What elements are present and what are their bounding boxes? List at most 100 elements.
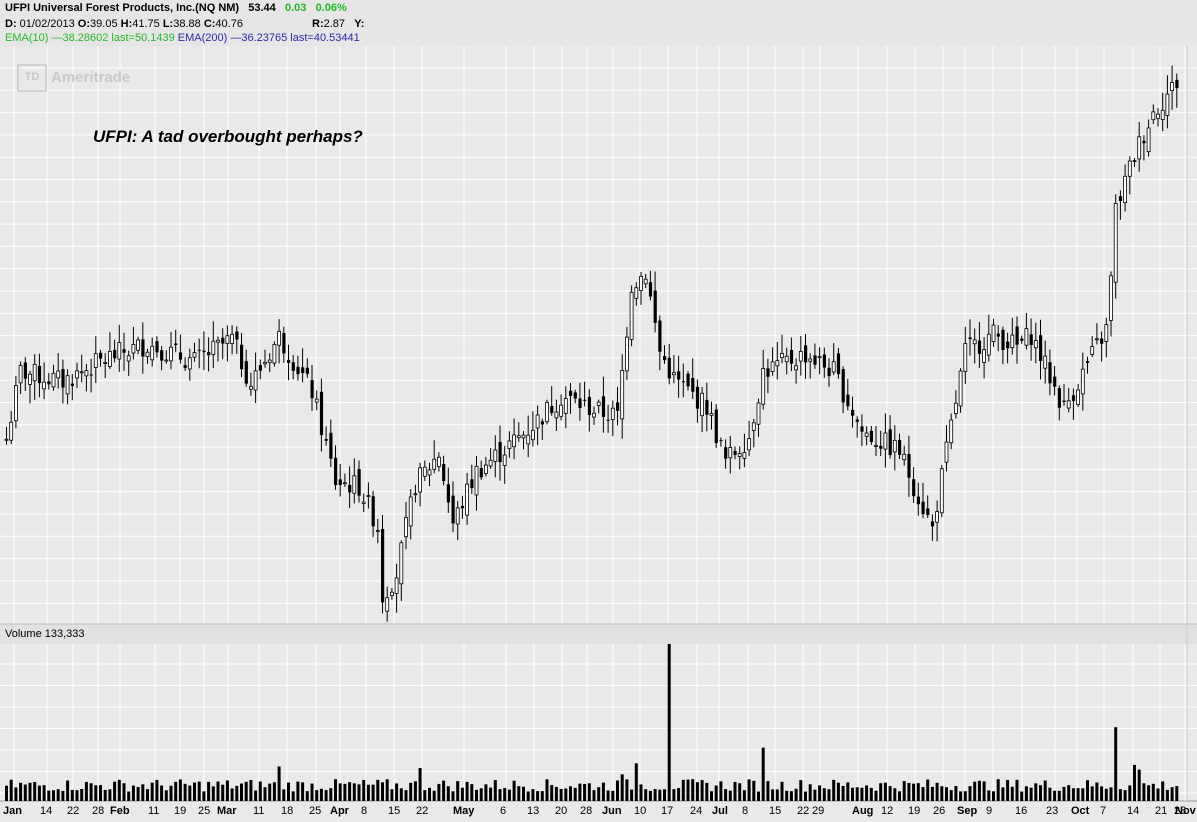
candle-body-down (1006, 341, 1010, 349)
volume-bar (1043, 780, 1047, 801)
x-tick-label: 21 (1155, 805, 1167, 817)
candle-body-down (235, 331, 239, 340)
volume-bar (1100, 786, 1104, 801)
high-label: H: (120, 18, 133, 30)
candle-body-down (719, 440, 723, 442)
x-tick-label: Mar (217, 805, 237, 817)
candle-body-down (860, 426, 864, 432)
candle-body-up (394, 577, 399, 594)
volume-bar (1170, 787, 1174, 801)
candle-body-down (888, 429, 892, 456)
candle-body-down (160, 350, 164, 361)
volume-bar (945, 787, 948, 801)
volume-bar (855, 787, 859, 801)
x-tick-label: 18 (281, 805, 293, 817)
x-tick-label: 19 (908, 805, 920, 817)
candle-body-down (1048, 362, 1052, 384)
volume-bar (757, 791, 760, 801)
candle-body-up (817, 356, 822, 359)
candle-body-up (1066, 400, 1071, 409)
candle-body-down (61, 369, 65, 388)
volume-bar (531, 789, 535, 801)
volume-bar (780, 781, 784, 801)
volume-bar (710, 791, 713, 801)
candle-body-down (348, 484, 352, 493)
open-label: O: (77, 18, 91, 30)
volume-bar (1114, 727, 1118, 801)
candle-body-down (996, 333, 1000, 337)
volume-bar (832, 779, 836, 801)
volume-bar (376, 779, 380, 801)
volume-bar (1076, 788, 1080, 801)
volume-bar (437, 783, 441, 801)
candle-body-up (267, 359, 272, 363)
volume-bar (84, 781, 88, 801)
volume-bar (225, 780, 229, 801)
candle-body-down (442, 464, 446, 482)
volume-bar (799, 780, 803, 801)
volume-bar (785, 790, 789, 801)
volume-bar (865, 785, 869, 801)
candle-body-up (954, 402, 958, 414)
x-tick-label: Feb (110, 805, 130, 817)
volume-bar (399, 788, 403, 801)
volume-bar (1175, 786, 1179, 801)
candle-body-up (145, 351, 150, 358)
candle-body-up (108, 350, 112, 367)
volume-bar (1165, 789, 1169, 801)
volume-bar (616, 780, 619, 801)
volume-bar (428, 787, 431, 801)
volume-bar (813, 789, 817, 801)
volume-bar (851, 787, 854, 801)
candle-body-up (747, 438, 751, 451)
candle-body-down (1015, 326, 1019, 345)
volume-bar (1161, 781, 1165, 801)
volume-bar (794, 788, 798, 801)
volume-bar (282, 789, 286, 801)
candle-body-up (784, 355, 789, 363)
x-tick-label: 22 (797, 805, 809, 817)
volume-bar (1156, 788, 1160, 801)
candle-body-up (902, 453, 907, 461)
candle-body-up (385, 597, 390, 612)
candle-body-up (342, 482, 347, 485)
volume-bar (211, 786, 215, 801)
volume-bar (700, 780, 704, 801)
x-tick-label: 20 (555, 805, 567, 817)
candle-body-up (248, 386, 253, 390)
x-tick-label: May (453, 805, 475, 817)
volume-bar (1133, 764, 1136, 801)
volume-bar (357, 784, 361, 801)
candle-body-up (422, 466, 427, 477)
volume-bar (550, 785, 554, 801)
volume-bar (1006, 779, 1010, 801)
candle-body-down (113, 349, 117, 359)
candle-body-down (714, 409, 718, 444)
volume-bar (982, 781, 986, 801)
watermark-brand: Ameritrade (51, 68, 131, 86)
candle-body-up (408, 496, 413, 527)
candle-body-up (531, 429, 535, 441)
volume-bar (268, 783, 272, 801)
x-tick-label: 15 (769, 805, 781, 817)
candle-body-up (1170, 82, 1174, 91)
ema10-label: EMA(10) (5, 32, 49, 44)
volume-bar (263, 787, 267, 801)
candle-body-up (963, 343, 968, 372)
volume-bar (19, 782, 23, 801)
candle-body-up (253, 370, 258, 391)
candle-body-up (1156, 113, 1160, 119)
candle-body-up (488, 459, 493, 467)
candle-body-down (99, 352, 103, 359)
volume-bar (597, 787, 601, 801)
range-label: R: (312, 18, 324, 30)
candle-body-up (672, 372, 676, 376)
candle-body-up (1095, 338, 1099, 341)
volume-bar (973, 781, 977, 801)
candle-body-up (798, 351, 803, 362)
candle-body-down (207, 352, 211, 356)
volume-bar (954, 786, 958, 801)
candle-body-down (122, 349, 126, 353)
candle-body-up (770, 361, 775, 373)
candle-body-down (329, 432, 333, 459)
